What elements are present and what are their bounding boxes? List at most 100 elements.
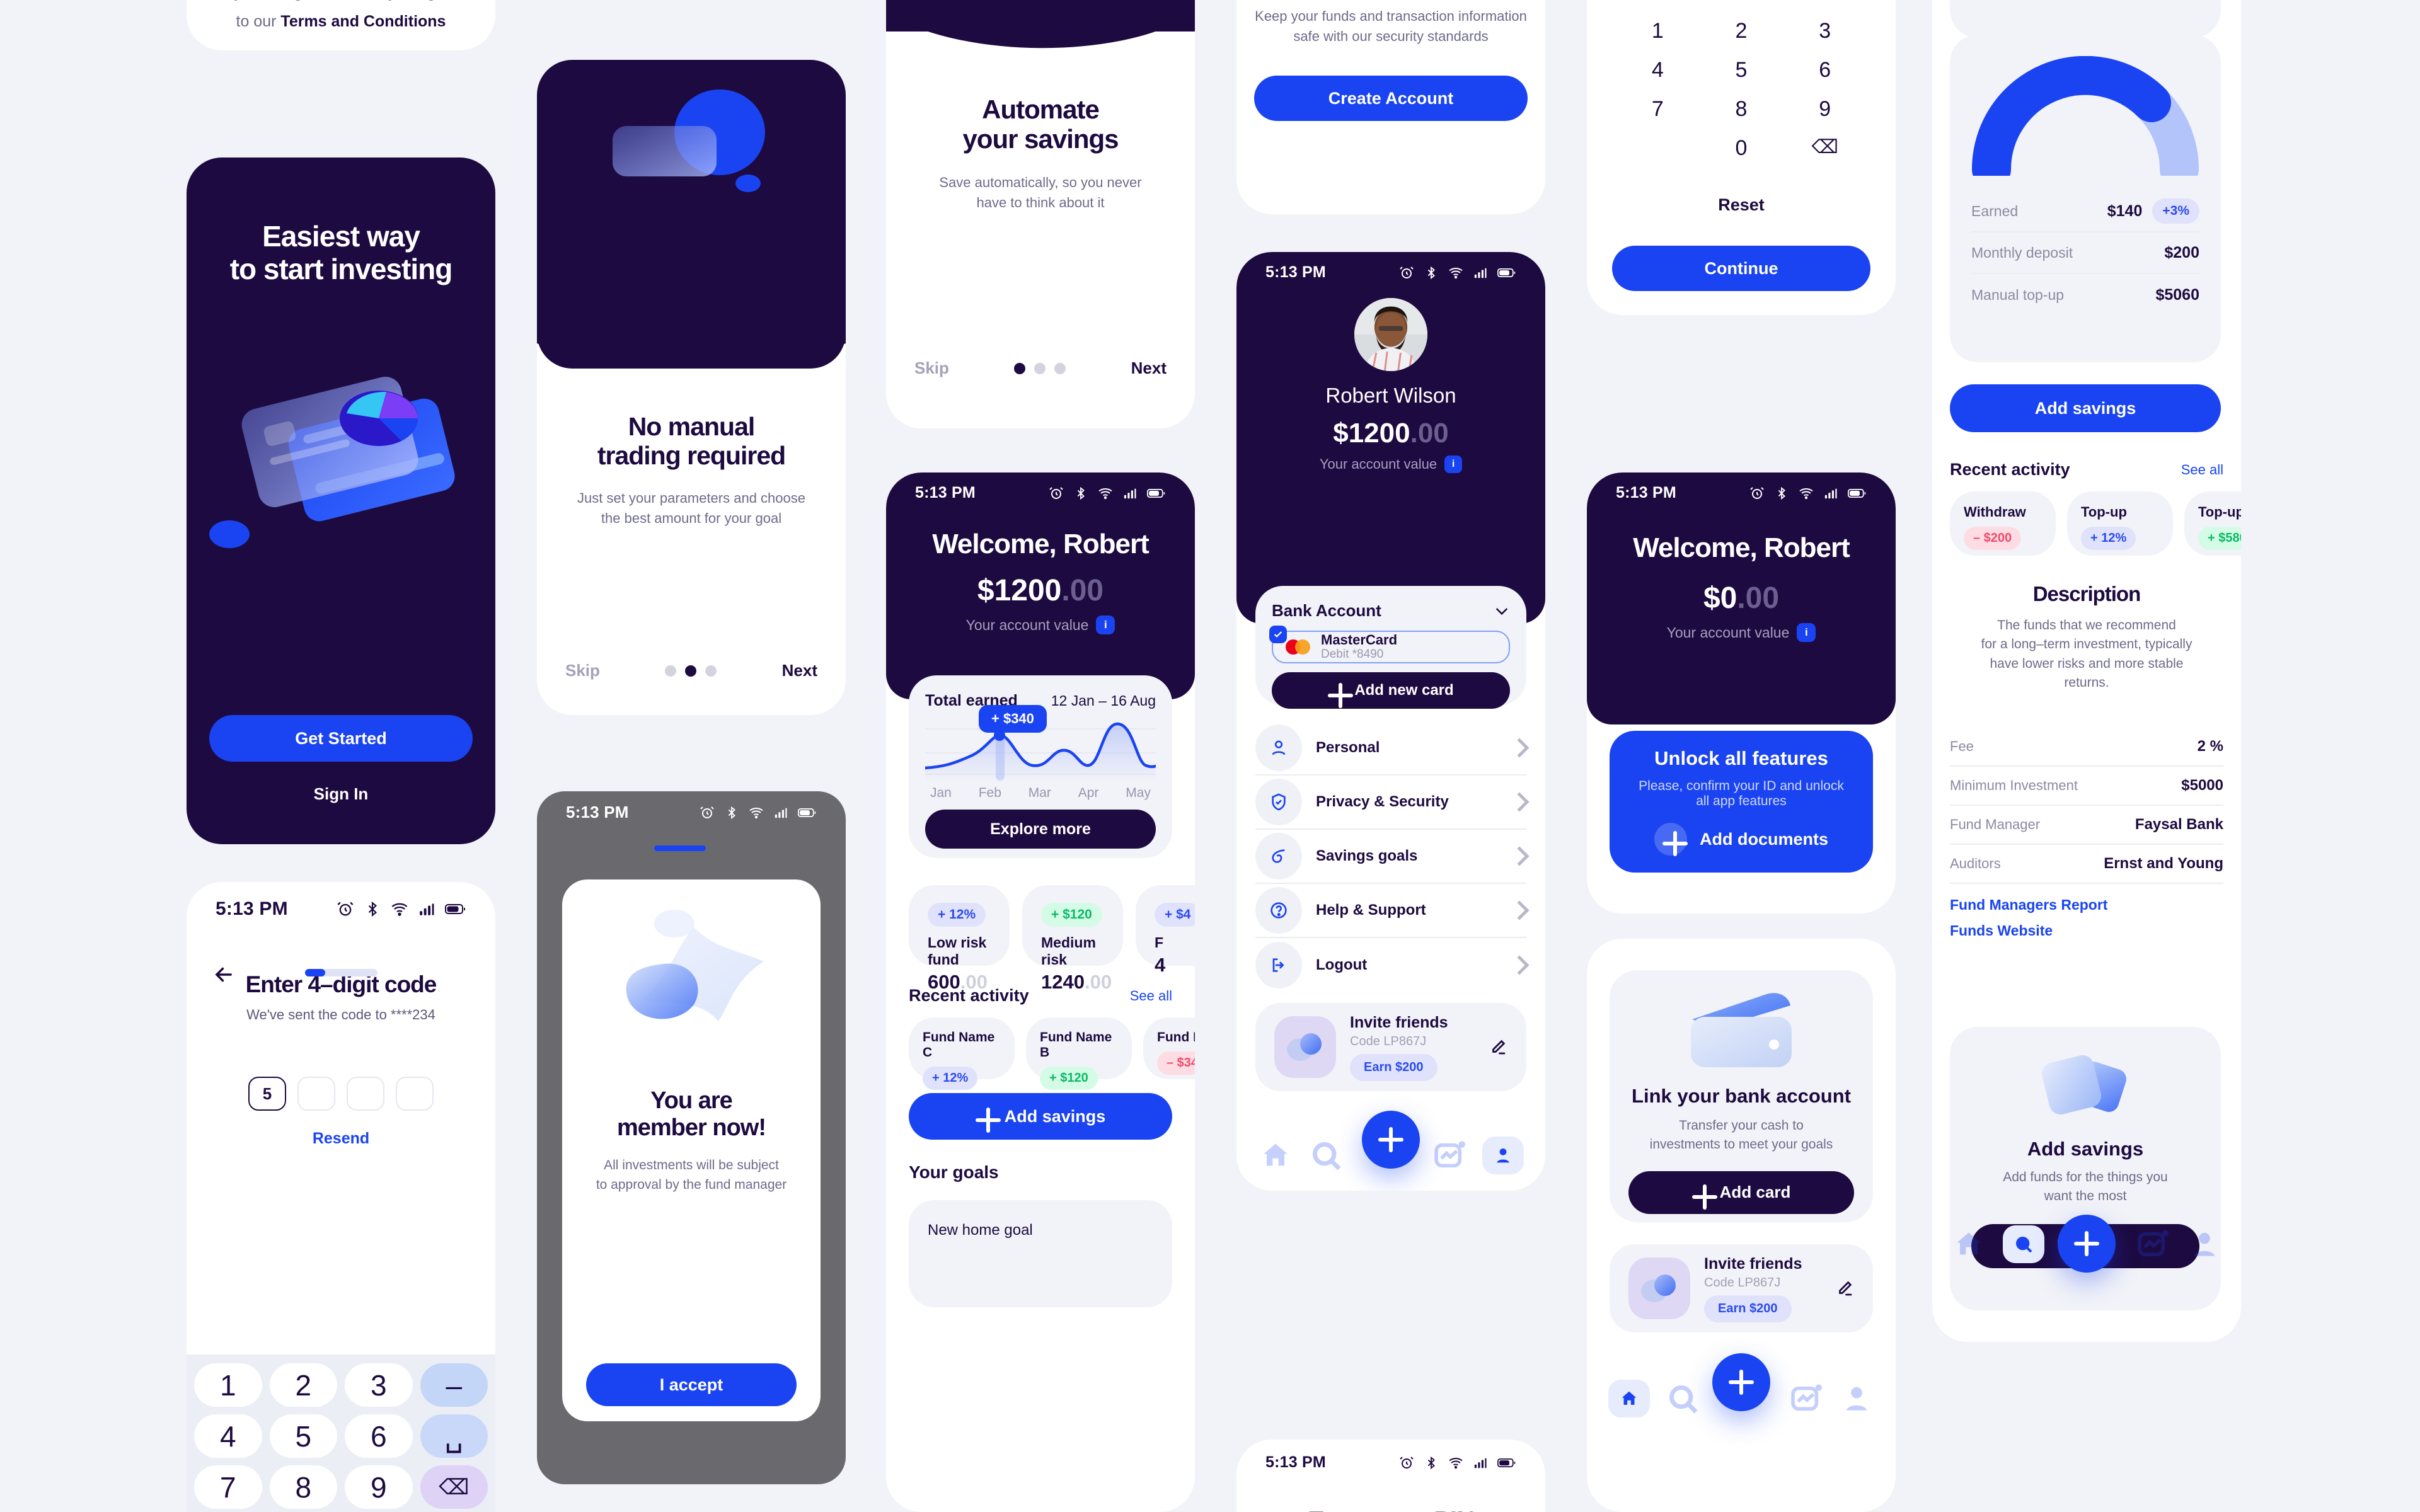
automate-skip-button[interactable]: Skip [914, 358, 949, 378]
key-7[interactable]: 7 [194, 1465, 262, 1509]
fund-card[interactable]: + $120 Medium risk 1240.00 [1022, 885, 1123, 993]
pin-key-3[interactable]: 3 [1783, 19, 1867, 58]
alarm-icon [700, 806, 714, 818]
activity-card[interactable]: Top-up + $580 [2184, 491, 2241, 556]
nav-home-active[interactable] [1608, 1380, 1650, 1418]
key-1[interactable]: 1 [194, 1363, 262, 1407]
add-fab-button[interactable] [2058, 1215, 2116, 1273]
info-icon[interactable]: i [1096, 616, 1115, 635]
page-dot-3[interactable] [705, 665, 717, 677]
key-8[interactable]: 8 [269, 1465, 337, 1509]
activity-card[interactable]: Withdraw – $200 [1950, 491, 2056, 556]
avatar[interactable] [1354, 298, 1427, 371]
card-row[interactable]: MasterCard Debit *8490 [1269, 626, 1510, 663]
pin-key-6[interactable]: 6 [1783, 58, 1867, 97]
invite-friends-card[interactable]: Invite friends Code LP867J Earn $200 [1610, 1244, 1873, 1332]
back-arrow-icon[interactable] [212, 963, 236, 987]
pin-key-1[interactable]: 1 [1616, 19, 1700, 58]
search-icon[interactable] [1665, 1381, 1700, 1416]
fund-managers-report-link[interactable]: Fund Managers Report [1950, 896, 2223, 914]
create-account-button[interactable]: Create Account [1254, 76, 1528, 121]
add-savings-button[interactable]: Add savings [909, 1093, 1172, 1140]
key-backspace-icon[interactable]: ⌫ [420, 1465, 488, 1509]
pin-continue-button[interactable]: Continue [1612, 246, 1870, 291]
see-all-link[interactable]: See all [2181, 462, 2223, 478]
i-accept-button[interactable]: I accept [586, 1363, 797, 1406]
menu-item-logout[interactable]: Logout [1255, 938, 1530, 992]
sign-in-button[interactable]: Sign In [187, 784, 495, 804]
mastercard-icon [1284, 638, 1312, 656]
stats-icon[interactable] [1789, 1381, 1824, 1416]
page-dot-3[interactable] [1054, 362, 1066, 374]
chevron-down-icon[interactable] [1494, 603, 1510, 619]
pin-key-9[interactable]: 9 [1783, 97, 1867, 136]
fund-card[interactable]: + 12% Low risk fund 600.00 [909, 885, 1010, 993]
activity-card[interactable]: Fund Name C + 12% [909, 1017, 1015, 1090]
add-fab-button[interactable] [1362, 1111, 1420, 1169]
key-dash[interactable]: – [420, 1363, 488, 1407]
add-card-button[interactable]: Add card [1628, 1171, 1854, 1214]
add-new-card-button[interactable]: Add new card [1272, 672, 1510, 709]
edit-pencil-icon[interactable] [1489, 1038, 1507, 1057]
pin-key-4[interactable]: 4 [1616, 58, 1700, 97]
key-3[interactable]: 3 [345, 1363, 413, 1407]
sheet-handle[interactable] [654, 845, 706, 851]
page-dot-1[interactable] [1014, 362, 1026, 374]
edit-pencil-icon[interactable] [1835, 1279, 1854, 1298]
page-dot-2[interactable] [685, 665, 697, 677]
pin-key-5[interactable]: 5 [1700, 58, 1783, 97]
chart-tick-jan: Jan [930, 786, 952, 800]
page-dot-2[interactable] [1034, 362, 1046, 374]
person-icon[interactable] [2187, 1227, 2222, 1262]
otp-input-0[interactable]: 5 [248, 1077, 286, 1111]
nav-profile-active[interactable] [1482, 1137, 1524, 1174]
search-icon[interactable] [1308, 1138, 1344, 1173]
key-5[interactable]: 5 [269, 1414, 337, 1458]
manual-skip-button[interactable]: Skip [565, 661, 600, 680]
explore-more-button[interactable]: Explore more [925, 810, 1156, 849]
key-2[interactable]: 2 [269, 1363, 337, 1407]
resend-link[interactable]: Resend [187, 1130, 495, 1148]
pin-reset-button[interactable]: Reset [1587, 195, 1896, 215]
pin-key-2[interactable]: 2 [1700, 19, 1783, 58]
terms-link[interactable]: Terms and Conditions [280, 13, 446, 30]
menu-item-personal[interactable]: Personal [1255, 721, 1530, 776]
stats-icon[interactable] [1432, 1138, 1467, 1173]
menu-item-savings-goals[interactable]: Savings goals [1255, 830, 1530, 884]
goal-card[interactable]: New home goal [909, 1200, 1172, 1307]
key-6[interactable]: 6 [345, 1414, 413, 1458]
pin-key-7[interactable]: 7 [1616, 97, 1700, 136]
key-9[interactable]: 9 [345, 1465, 413, 1509]
person-icon[interactable] [1839, 1381, 1874, 1416]
menu-item-privacy-security[interactable]: Privacy & Security [1255, 776, 1530, 830]
activity-card[interactable]: Fund Name B + $120 [1026, 1017, 1132, 1090]
funds-website-link[interactable]: Funds Website [1950, 922, 2223, 939]
menu-item-help-support[interactable]: Help & Support [1255, 884, 1530, 938]
stats-icon[interactable] [2135, 1227, 2170, 1262]
home-icon[interactable] [1258, 1138, 1293, 1173]
page-dot-1[interactable] [665, 665, 677, 677]
add-documents-button[interactable]: Add documents [1626, 823, 1857, 856]
fund-card[interactable]: + $4 F 4 [1136, 885, 1195, 976]
invite-friends-card[interactable]: Invite friends Code LP867J Earn $200 [1255, 1003, 1526, 1091]
get-started-button[interactable]: Get Started [209, 715, 473, 762]
add-fab-button[interactable] [1712, 1353, 1770, 1411]
manual-next-button[interactable]: Next [782, 661, 817, 680]
activity-card[interactable]: Top-up + 12% [2067, 491, 2173, 556]
home-icon[interactable] [1951, 1227, 1986, 1262]
see-all-link[interactable]: See all [1130, 988, 1172, 1004]
key-4[interactable]: 4 [194, 1414, 262, 1458]
add-savings-button[interactable]: Add savings [1950, 384, 2221, 432]
otp-input-3[interactable] [396, 1077, 434, 1111]
otp-input-1[interactable] [297, 1077, 335, 1111]
key-space[interactable]: ␣ [420, 1414, 488, 1458]
automate-next-button[interactable]: Next [1131, 358, 1167, 378]
pin-key-8[interactable]: 8 [1700, 97, 1783, 136]
pin-key-0[interactable]: 0 [1700, 136, 1783, 175]
info-icon[interactable]: i [1797, 623, 1816, 643]
info-icon[interactable]: i [1444, 455, 1463, 473]
otp-input-2[interactable] [347, 1077, 384, 1111]
nav-search-active[interactable] [2003, 1225, 2044, 1263]
activity-card[interactable]: Fund Nan – $340 [1143, 1017, 1195, 1079]
pin-key-backspace-icon[interactable]: ⌫ [1783, 136, 1867, 175]
